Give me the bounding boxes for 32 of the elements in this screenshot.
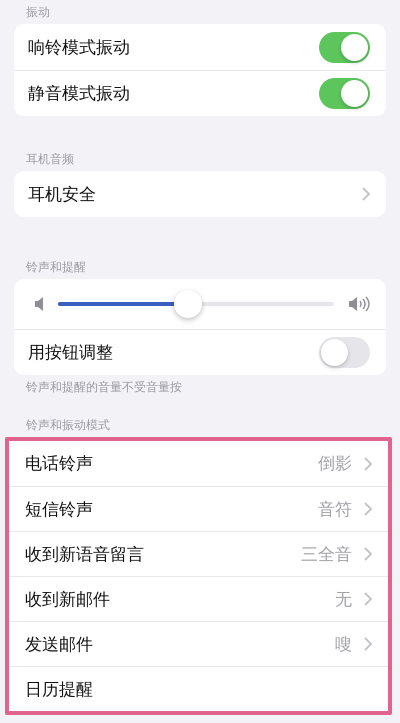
chevron-right-icon [364,502,372,516]
row-value: 音符 [318,498,352,520]
settings-row[interactable]: 收到新邮件 无 [9,576,388,621]
chevron-right-icon [364,456,372,470]
slider-thumb[interactable] [174,290,202,318]
row-value: 倒影 [318,453,352,475]
speaker-quiet-icon [34,297,44,311]
row-label: 静音模式振动 [28,83,131,105]
settings-row[interactable]: 短信铃声 音符 [9,486,388,531]
settings-row[interactable]: 耳机安全 [14,171,386,217]
section-header: 振动 [26,4,50,20]
settings-row[interactable]: 发送邮件 嗖 [9,621,388,666]
toggle-switch[interactable] [319,32,370,62]
row-label: 响铃模式振动 [28,36,131,58]
row-value: 无 [335,588,352,610]
chevron-right-icon [364,637,372,651]
settings-row[interactable]: 收到新语音留言 三全音 [9,531,388,576]
chevron-right-icon [364,592,372,606]
chevron-right-icon [362,187,370,201]
section-header: 耳机音频 [26,150,74,168]
toggle-switch[interactable] [319,337,370,368]
row-label: 用按钮调整 [28,342,114,364]
speaker-loud-icon [348,296,370,312]
row-value: 三全音 [301,544,352,566]
section-footer: 铃声和提醒的音量不受音量按 [26,378,182,396]
row-value: 嗖 [335,634,352,656]
section-header: 铃声和振动模式 [26,416,110,434]
chevron-right-icon [364,547,372,561]
settings-row[interactable]: 日历提醒 [9,666,388,711]
settings-row[interactable]: 电话铃声 倒影 [9,441,388,486]
section-header: 铃声和提醒 [26,258,86,276]
toggle-switch[interactable] [319,78,370,109]
